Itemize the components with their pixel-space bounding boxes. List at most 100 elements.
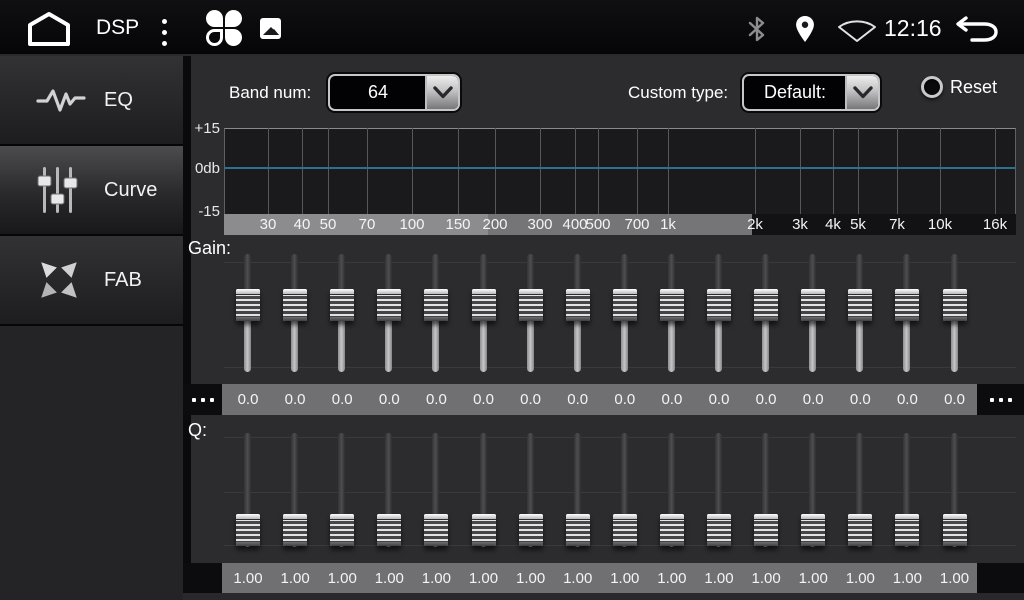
gain-slider[interactable] <box>566 254 590 372</box>
q-slider-thumb[interactable] <box>754 514 778 546</box>
gain-slider-thumb[interactable] <box>566 289 590 321</box>
gain-slider-thumb[interactable] <box>943 289 967 321</box>
gain-slider-thumb[interactable] <box>613 289 637 321</box>
gain-slider[interactable] <box>613 254 637 372</box>
gain-slider[interactable] <box>519 254 543 372</box>
q-slider-thumb[interactable] <box>848 514 872 546</box>
q-slider[interactable] <box>613 433 637 547</box>
q-slider[interactable] <box>754 433 778 547</box>
gain-slider-thumb[interactable] <box>330 289 354 321</box>
q-slider-thumb[interactable] <box>566 514 590 546</box>
gain-slider[interactable] <box>848 254 872 372</box>
sidebar: EQ Curve <box>0 56 183 600</box>
q-slider[interactable] <box>707 433 731 547</box>
gridline <box>858 128 859 214</box>
custom-type-dropdown[interactable]: Default: <box>742 74 880 111</box>
reset-label[interactable]: Reset <box>950 77 997 98</box>
bottom-edge <box>183 593 1024 600</box>
more-left-button[interactable] <box>183 384 222 415</box>
gain-slider-thumb[interactable] <box>283 289 307 321</box>
q-slider-thumb[interactable] <box>660 514 684 546</box>
q-value: 1.00 <box>563 570 592 587</box>
reset-radio[interactable] <box>921 76 943 98</box>
gridline <box>540 128 541 214</box>
gain-slider-thumb[interactable] <box>472 289 496 321</box>
q-slider[interactable] <box>236 433 260 547</box>
sidebar-item-eq[interactable]: EQ <box>0 56 183 146</box>
gain-slider[interactable] <box>707 254 731 372</box>
location-icon <box>792 15 818 43</box>
gain-slider[interactable] <box>660 254 684 372</box>
band-num-value: 64 <box>330 76 426 109</box>
q-slider[interactable] <box>660 433 684 547</box>
gain-slider[interactable] <box>943 254 967 372</box>
gain-slider-thumb[interactable] <box>848 289 872 321</box>
q-slider[interactable] <box>519 433 543 547</box>
q-label: Q: <box>188 420 207 441</box>
q-slider[interactable] <box>472 433 496 547</box>
sidebar-item-fab[interactable]: FAB <box>0 236 183 326</box>
wifi-icon <box>836 19 878 43</box>
gain-slider[interactable] <box>895 254 919 372</box>
chevron-down-icon[interactable] <box>425 76 458 109</box>
q-slider[interactable] <box>566 433 590 547</box>
q-slider-thumb[interactable] <box>519 514 543 546</box>
q-slider[interactable] <box>283 433 307 547</box>
gridline <box>575 128 576 214</box>
gain-slider[interactable] <box>330 254 354 372</box>
q-slider-thumb[interactable] <box>283 514 307 546</box>
q-value: 1.00 <box>940 570 969 587</box>
gain-slider-thumb[interactable] <box>895 289 919 321</box>
overflow-menu-button[interactable] <box>162 13 167 52</box>
q-slider-thumb[interactable] <box>895 514 919 546</box>
gain-slider[interactable] <box>283 254 307 372</box>
q-slider[interactable] <box>424 433 448 547</box>
gain-slider-thumb[interactable] <box>660 289 684 321</box>
gain-value: 0.0 <box>614 391 635 408</box>
q-slider[interactable] <box>801 433 825 547</box>
q-slider-thumb[interactable] <box>801 514 825 546</box>
gain-slider-thumb[interactable] <box>519 289 543 321</box>
freq-tick-label: 5k <box>850 214 866 235</box>
q-slider[interactable] <box>848 433 872 547</box>
gain-slider-thumb[interactable] <box>754 289 778 321</box>
q-slider-thumb[interactable] <box>613 514 637 546</box>
freq-tick-label: 70 <box>359 214 376 235</box>
q-slider-thumb[interactable] <box>330 514 354 546</box>
q-slider[interactable] <box>943 433 967 547</box>
back-button[interactable] <box>952 15 1000 43</box>
gain-slider[interactable] <box>377 254 401 372</box>
home-button[interactable] <box>26 11 72 46</box>
q-slider-thumb[interactable] <box>424 514 448 546</box>
q-slider[interactable] <box>330 433 354 547</box>
gain-slider[interactable] <box>472 254 496 372</box>
q-slider[interactable] <box>895 433 919 547</box>
gain-value: 0.0 <box>332 391 353 408</box>
gain-value: 0.0 <box>709 391 730 408</box>
gain-value: 0.0 <box>379 391 400 408</box>
q-slider-thumb[interactable] <box>236 514 260 546</box>
gain-slider-thumb[interactable] <box>377 289 401 321</box>
apps-clover-icon[interactable] <box>206 10 242 46</box>
gain-slider-thumb[interactable] <box>707 289 731 321</box>
q-slider-thumb[interactable] <box>707 514 731 546</box>
gain-slider[interactable] <box>801 254 825 372</box>
gain-slider[interactable] <box>236 254 260 372</box>
q-slider-thumb[interactable] <box>377 514 401 546</box>
chevron-down-icon[interactable] <box>845 76 878 109</box>
gain-slider-thumb[interactable] <box>236 289 260 321</box>
band-num-dropdown[interactable]: 64 <box>328 74 460 111</box>
more-right-button[interactable] <box>977 384 1024 415</box>
q-slider-thumb[interactable] <box>472 514 496 546</box>
sidebar-item-curve[interactable]: Curve <box>0 146 183 236</box>
gain-value: 0.0 <box>661 391 682 408</box>
gain-slider-thumb[interactable] <box>424 289 448 321</box>
gridline <box>458 128 459 214</box>
q-slider[interactable] <box>377 433 401 547</box>
gain-slider[interactable] <box>424 254 448 372</box>
gallery-icon[interactable] <box>260 18 281 39</box>
gain-slider[interactable] <box>754 254 778 372</box>
q-slider-thumb[interactable] <box>943 514 967 546</box>
gain-slider-thumb[interactable] <box>801 289 825 321</box>
sidebar-item-label: Curve <box>104 179 157 202</box>
